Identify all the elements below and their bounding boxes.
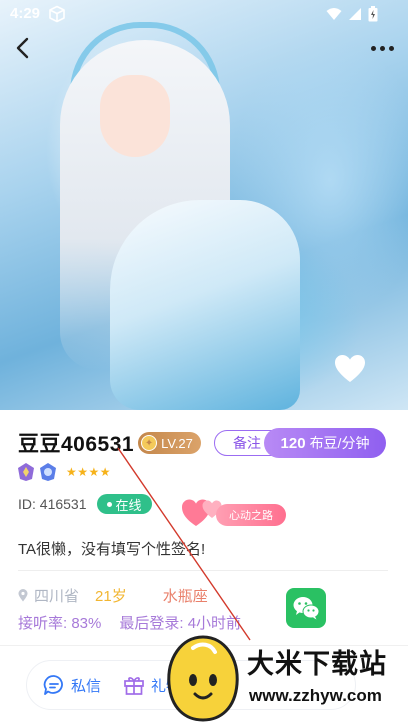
watermark-url: www.zzhyw.com: [249, 686, 382, 705]
watermark: 大米下载站 www.zzhyw.com: [155, 630, 408, 725]
annotation-line: [117, 447, 251, 641]
rice-mascot-icon: [167, 635, 239, 722]
watermark-title: 大米下载站: [247, 649, 387, 679]
